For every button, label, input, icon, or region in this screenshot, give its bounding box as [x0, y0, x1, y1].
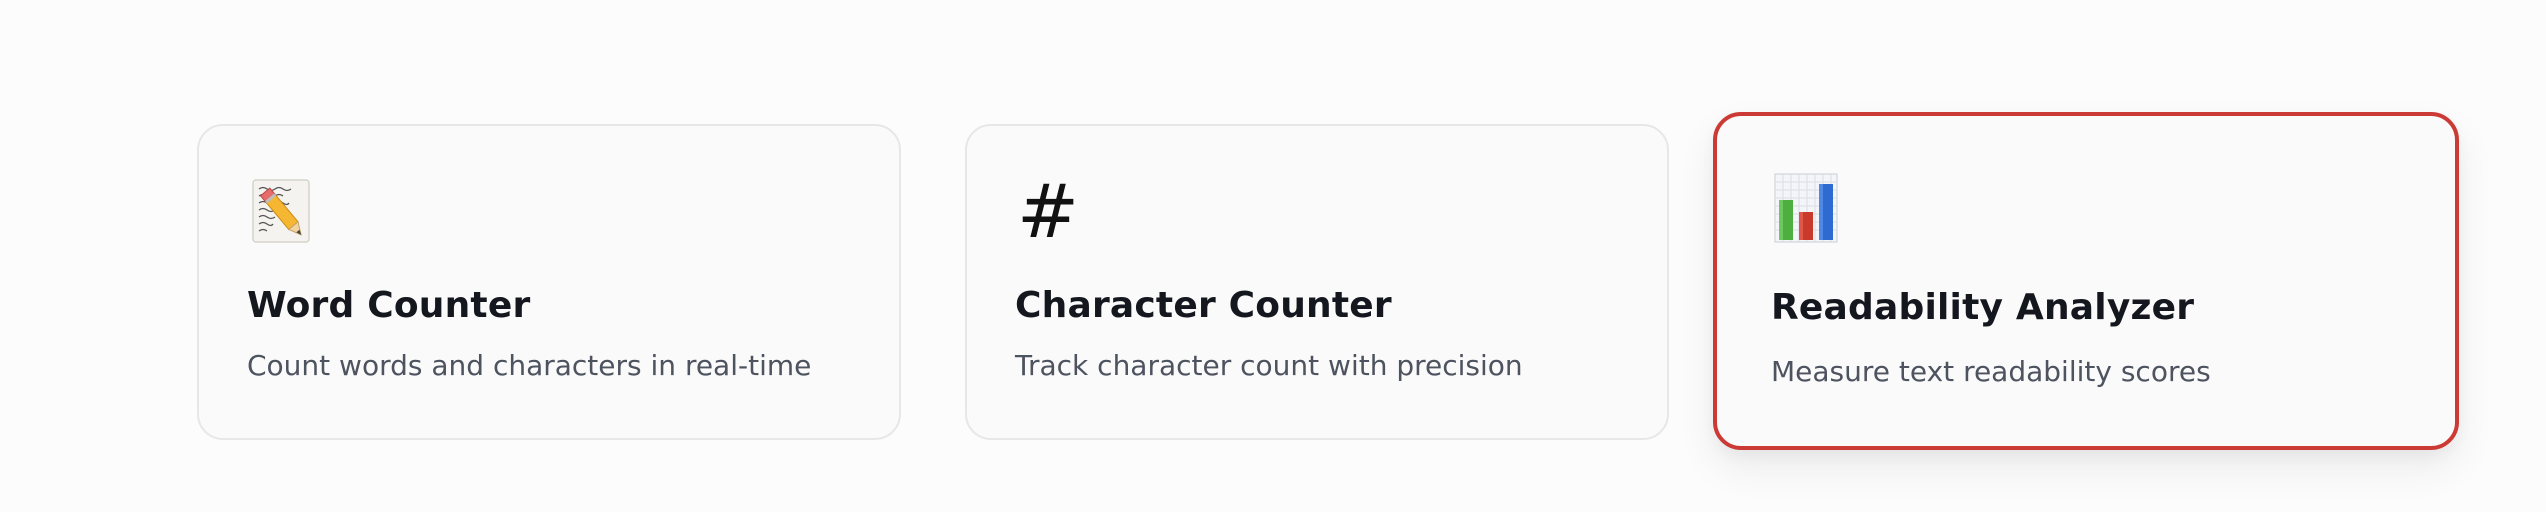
card-title: Word Counter	[247, 285, 531, 326]
card-title: Readability Analyzer	[1771, 287, 2195, 328]
tool-card-grid: Word Counter Count words and characters …	[0, 0, 2546, 512]
memo-pencil-icon	[249, 178, 317, 246]
card-title: Character Counter	[1015, 285, 1392, 326]
word-counter-card[interactable]: Word Counter Count words and characters …	[197, 124, 901, 440]
card-description: Count words and characters in real-time	[247, 349, 812, 382]
card-description: Track character count with precision	[1015, 349, 1523, 382]
bar-chart-icon	[1773, 172, 1841, 243]
hash-icon: #	[1017, 169, 1085, 255]
card-description: Measure text readability scores	[1771, 355, 2211, 388]
readability-analyzer-card[interactable]: Readability Analyzer Measure text readab…	[1713, 112, 2459, 450]
tool-cards-page: Word Counter Count words and characters …	[0, 0, 2546, 512]
character-counter-card[interactable]: # Character Counter Track character coun…	[965, 124, 1669, 440]
hash-glyph: #	[1017, 169, 1080, 255]
